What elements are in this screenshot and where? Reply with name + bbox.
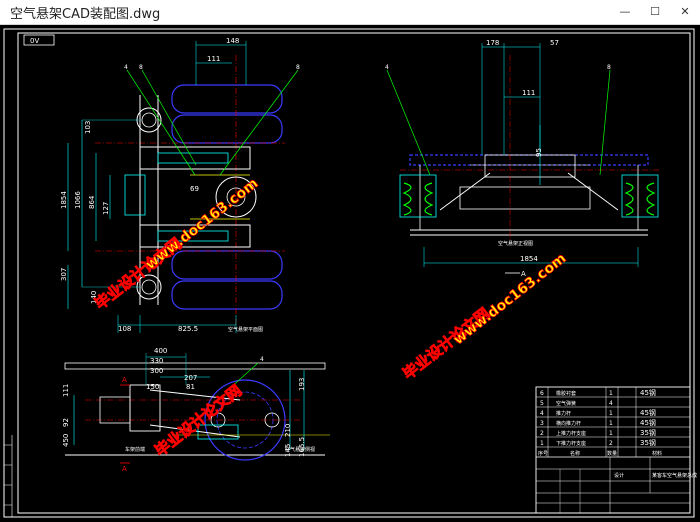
front-view: 178 57 111 95 1854 空气悬架正视图 A 4 8 (385, 39, 660, 278)
side-dim-150: 150 (146, 383, 159, 391)
front-view-label: 空气悬架正视图 (498, 240, 533, 247)
side-dim-207: 207 (184, 374, 197, 382)
bom-row-1-name: 橡胶衬套 (556, 390, 576, 397)
bom-row-1-no: 6 (540, 390, 544, 397)
maximize-button[interactable]: ☐ (640, 0, 670, 24)
bom-row-6-qty: 2 (609, 440, 613, 447)
bom-row-5-name: 上推力杆支座 (556, 430, 586, 437)
top-dim-127: 127 (102, 202, 110, 215)
side-section-mark-top: A (122, 376, 127, 384)
front-dim-1854: 1854 (520, 255, 538, 263)
close-button[interactable]: ✕ (670, 0, 700, 24)
callout-4-top: 4 (124, 64, 128, 71)
bom-row-1-qty: 1 (609, 390, 613, 397)
top-dim-108: 108 (118, 325, 131, 333)
side-dim-92: 92 (62, 418, 70, 427)
side-dim-193: 193 (298, 378, 306, 391)
bom-header-qty: 数量 (607, 450, 617, 457)
callout-4-side: 4 (260, 356, 264, 363)
side-section-mark-bottom: A (122, 465, 127, 473)
top-dim-825-5: 825.5 (178, 325, 198, 333)
bom-row-6-mat: 35钢 (640, 438, 656, 447)
bom-header-mat: 材料 (652, 450, 662, 457)
side-dim-210: 210 (284, 424, 292, 437)
side-label-left: 车架前端 (125, 446, 145, 453)
side-dim-111: 111 (62, 384, 70, 397)
bom-row-3-no: 4 (540, 410, 544, 417)
side-label-right: 空气悬架侧视 (285, 446, 315, 453)
bom-row-3-qty: 1 (609, 410, 613, 417)
side-dim-300: 300 (150, 367, 163, 375)
bom-row-2-qty: 4 (609, 400, 613, 407)
bom-row-3-name: 推力杆 (556, 410, 571, 417)
watermark-2-url: www.doc163.com (451, 250, 570, 348)
side-dim-330: 330 (150, 357, 163, 365)
title-bar: 空气悬架CAD装配图.dwg — ☐ ✕ (0, 0, 700, 25)
top-dim-148: 148 (226, 37, 239, 45)
cad-drawing: 0V 148 111 103 1854 1066 864 127 307 140… (3, 28, 697, 518)
bom-row-4-mat: 45钢 (640, 418, 656, 427)
top-view: 148 111 103 1854 1066 864 127 307 140 10… (60, 37, 300, 333)
inner-frame (17, 32, 691, 514)
front-dim-178: 178 (486, 39, 499, 47)
bom-header-no: 序号 (538, 450, 548, 457)
top-view-note: 空气悬架平面图 (228, 326, 263, 333)
bom-table: 6 橡胶衬套 1 45钢 5 空气弹簧 4 4 推力杆 1 45钢 3 横向推力… (535, 386, 697, 514)
bom-row-4-name: 横向推力杆 (556, 420, 581, 427)
bom-row-1-mat: 45钢 (640, 388, 656, 397)
callout-8-top-right: 8 (296, 64, 300, 71)
bom-row-4-qty: 1 (609, 420, 613, 427)
top-dim-864: 864 (88, 195, 96, 209)
top-dim-1854: 1854 (60, 191, 68, 209)
callout-8-front: 8 (607, 64, 611, 71)
bom-row-2-name: 空气弹簧 (556, 400, 576, 407)
bom-header-name: 名称 (570, 450, 580, 457)
top-dim-307: 307 (60, 268, 68, 281)
bom-row-3-mat: 45钢 (640, 408, 656, 417)
bom-row-5-no: 2 (540, 430, 544, 437)
bom-row-6-name: 下推力杆支座 (556, 440, 586, 447)
side-dim-450: 450 (62, 434, 70, 447)
callout-8-top: 8 (139, 64, 143, 71)
top-dim-1066: 1066 (74, 191, 82, 209)
callout-4-front: 4 (385, 64, 389, 71)
watermark-1-url: www.doc163.com (143, 175, 262, 273)
watermark-3-cn: 毕业设计论文网 (151, 381, 245, 460)
sheet-tag: 0V (30, 37, 39, 45)
bom-row-5-qty: 1 (609, 430, 613, 437)
bom-row-2-no: 5 (540, 400, 544, 407)
outer-frame (3, 28, 695, 518)
title-block-name: 某客车空气悬架总成 (652, 472, 697, 479)
top-dim-111: 111 (207, 55, 220, 63)
top-dim-103: 103 (84, 121, 92, 134)
watermark: 毕业设计论文网 www.doc163.com 毕业设计论文网 www.doc16… (91, 175, 570, 461)
front-dim-95: 95 (535, 148, 543, 157)
window-controls: — ☐ ✕ (610, 0, 700, 24)
bom-row-5-mat: 35钢 (640, 428, 656, 437)
cad-viewport[interactable]: 0V 148 111 103 1854 1066 864 127 307 140… (0, 25, 700, 522)
window-title: 空气悬架CAD装配图.dwg (10, 7, 161, 22)
minimize-button[interactable]: — (610, 0, 640, 24)
side-dim-81: 81 (186, 383, 195, 391)
front-dim-57: 57 (550, 39, 559, 47)
front-dim-111: 111 (522, 89, 535, 97)
bom-row-4-no: 3 (540, 420, 544, 427)
bom-row-6-no: 1 (540, 440, 544, 447)
title-block-designer: 设计 (614, 472, 624, 479)
top-dim-69: 69 (190, 185, 199, 193)
side-dim-400: 400 (154, 347, 167, 355)
